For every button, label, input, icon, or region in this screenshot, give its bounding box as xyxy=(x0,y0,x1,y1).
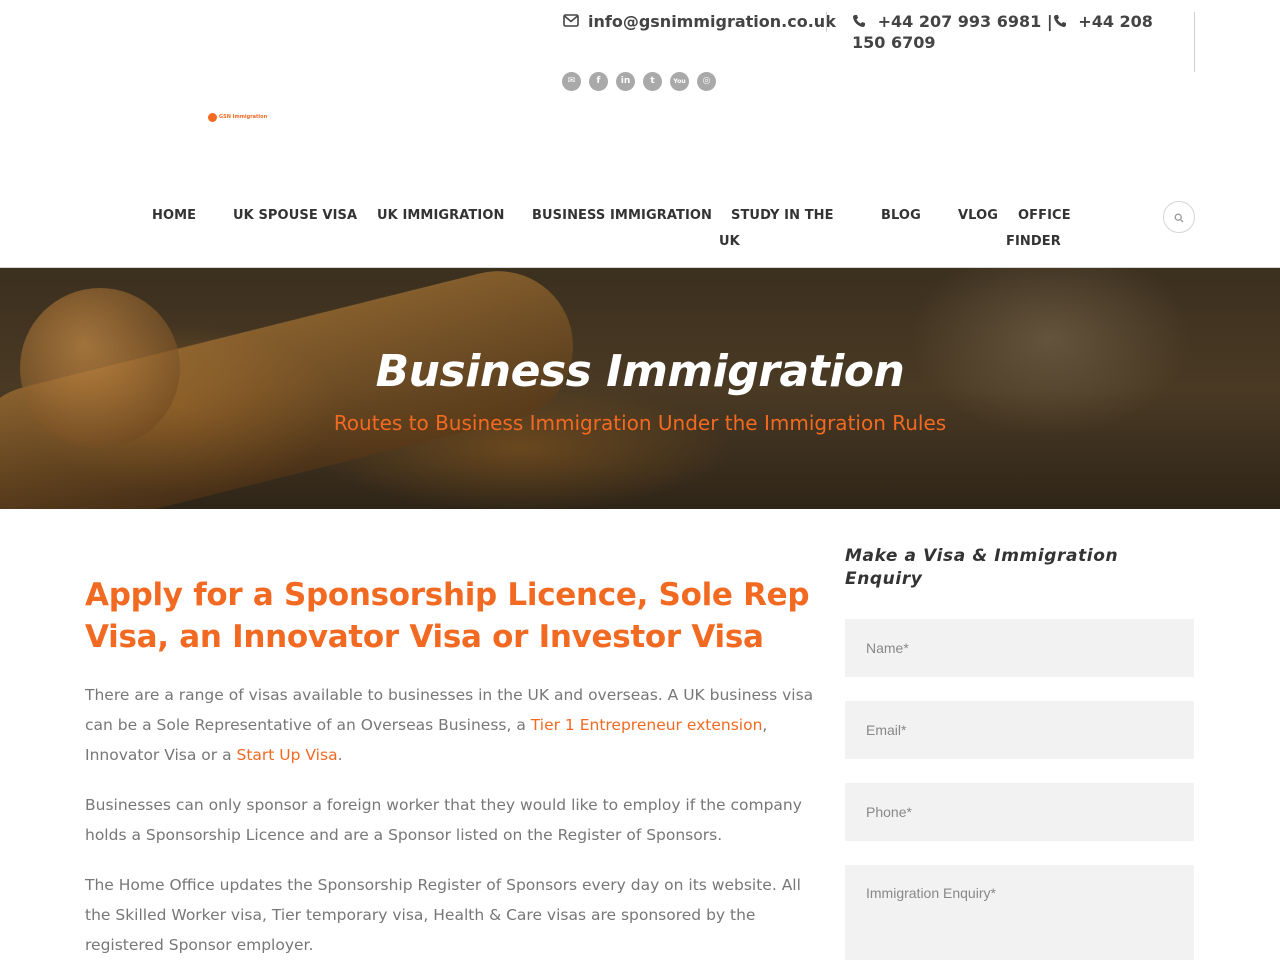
social-links: ✉ f in t You ◎ xyxy=(562,72,716,91)
site-header: info@gsnimmigration.co.uk +44 207 993 69… xyxy=(0,0,1280,268)
name-input[interactable] xyxy=(845,619,1194,677)
page-title: Business Immigration xyxy=(375,346,905,397)
nav-study-in-the-uk-line2[interactable]: UK xyxy=(719,229,740,255)
paragraph-text: . xyxy=(337,746,343,764)
facebook-icon[interactable]: f xyxy=(589,72,608,91)
search-button[interactable] xyxy=(1163,201,1195,233)
twitter-icon[interactable]: t xyxy=(643,72,662,91)
nav-blog[interactable]: BLOG xyxy=(881,203,921,229)
nav-vlog[interactable]: VLOG xyxy=(958,203,998,229)
phone-icon xyxy=(852,13,866,33)
nav-uk-spouse-visa[interactable]: UK SPOUSE VISA xyxy=(233,203,357,229)
content-heading: Apply for a Sponsorship Licence, Sole Re… xyxy=(85,577,810,655)
email-link[interactable]: info@gsnimmigration.co.uk xyxy=(563,12,836,31)
email-text: info@gsnimmigration.co.uk xyxy=(588,12,836,31)
content-paragraph: There are a range of visas available to … xyxy=(85,680,820,770)
content-paragraph: The Home Office updates the Sponsorship … xyxy=(85,876,801,954)
site-logo[interactable]: GSN Immigration xyxy=(208,113,267,122)
instagram-icon[interactable]: ◎ xyxy=(697,72,716,91)
search-icon xyxy=(1174,208,1184,227)
contact-divider xyxy=(1194,12,1195,72)
enquiry-textarea[interactable] xyxy=(845,865,1194,960)
nav-office-finder-line2[interactable]: FINDER xyxy=(1006,229,1061,255)
hero-banner: Business Immigration Routes to Business … xyxy=(0,268,1280,509)
logo-text: GSN Immigration xyxy=(219,114,268,120)
youtube-icon[interactable]: You xyxy=(670,72,689,91)
nav-study-in-the-uk[interactable]: STUDY IN THE xyxy=(731,203,834,229)
main-content: Apply for a Sponsorship Licence, Sole Re… xyxy=(85,574,820,960)
logo-mark xyxy=(208,113,217,122)
email-icon[interactable]: ✉ xyxy=(562,72,581,91)
nav-office-finder[interactable]: OFFICE xyxy=(1018,203,1071,229)
nav-uk-immigration[interactable]: UK IMMIGRATION xyxy=(377,203,504,229)
page-subtitle: Routes to Business Immigration Under the… xyxy=(333,411,947,435)
nav-business-immigration[interactable]: BUSINESS IMMIGRATION xyxy=(532,203,712,229)
phone-numbers: +44 207 993 6981 | +44 208 150 6709 xyxy=(852,12,1172,53)
start-up-visa-link[interactable]: Start Up Visa xyxy=(237,746,338,764)
contact-divider xyxy=(826,12,827,32)
tier1-entrepreneur-link[interactable]: Tier 1 Entrepreneur extension xyxy=(531,716,763,734)
phone-input[interactable] xyxy=(845,783,1194,841)
linkedin-icon[interactable]: in xyxy=(616,72,635,91)
phone-link-1[interactable]: +44 207 993 6981 | xyxy=(878,12,1053,31)
phone-icon xyxy=(1053,13,1067,33)
enquiry-form-title: Make a Visa & Immigration Enquiry xyxy=(845,546,1119,589)
email-input[interactable] xyxy=(845,701,1194,759)
content-paragraph: Businesses can only sponsor a foreign wo… xyxy=(85,796,802,844)
envelope-icon xyxy=(563,12,579,31)
nav-home[interactable]: HOME xyxy=(152,203,196,229)
